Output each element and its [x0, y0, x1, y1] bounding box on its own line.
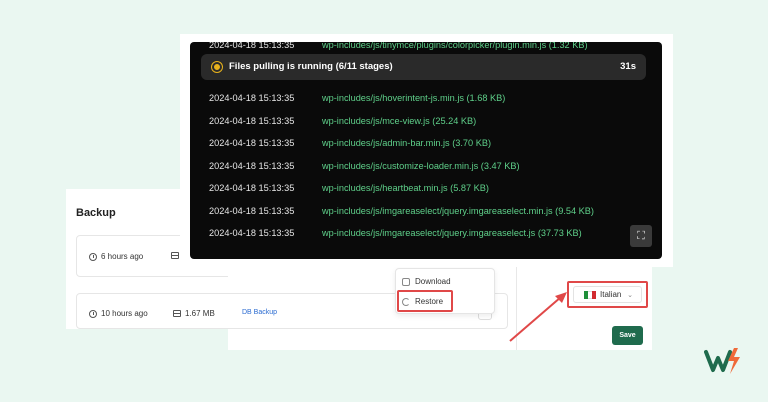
backup-size: 1.67 MB — [173, 309, 215, 318]
backup-time: 6 hours ago — [89, 252, 143, 261]
download-icon — [402, 277, 410, 286]
log-line: 2024-04-18 15:13:35 wp-includes/js/tinymc… — [209, 42, 588, 50]
log-timestamp: 2024-04-18 15:13:35 — [209, 115, 295, 126]
sync-log-terminal: 2024-04-18 15:13:35 wp-includes/js/tinymc… — [190, 42, 662, 259]
log-line: 2024-04-18 15:13:35 wp-includes/js/admin-… — [209, 138, 491, 148]
spinner-icon — [212, 62, 222, 72]
log-line: 2024-04-18 15:13:35 wp-includes/js/hoveri… — [209, 93, 505, 103]
status-text: Files pulling is running (6/11 stages) — [229, 61, 393, 72]
log-timestamp: 2024-04-18 15:13:35 — [209, 93, 295, 103]
backup-time-label: 10 hours ago — [101, 309, 148, 318]
annotation-arrow — [509, 292, 567, 342]
log-file: wp-includes/js/admin-bar.min.js (3.70 KB… — [322, 138, 492, 148]
log-file: wp-includes/js/customize-loader.min.js (… — [322, 160, 520, 171]
backup-size — [171, 252, 179, 259]
language-highlight: Italian ⌄ — [567, 281, 648, 308]
restore-highlight — [397, 290, 453, 312]
log-file: wp-includes/js/hoverintent-js.min.js (1.… — [322, 93, 506, 103]
database-icon — [173, 310, 181, 317]
save-button[interactable]: Save — [612, 326, 643, 345]
status-bar: Files pulling is running (6/11 stages) 3… — [201, 54, 646, 80]
clock-icon — [89, 309, 97, 318]
log-line: 2024-04-18 15:13:35 wp-includes/js/imgare… — [209, 206, 594, 216]
backup-title: Backup — [76, 207, 116, 219]
log-file: wp-includes/js/tinymce/plugins/colorpick… — [322, 42, 588, 50]
log-timestamp: 2024-04-18 15:13:35 — [209, 138, 295, 148]
backup-size-label: 1.67 MB — [185, 309, 215, 318]
log-timestamp: 2024-04-18 15:13:35 — [209, 183, 295, 193]
log-line: 2024-04-18 15:13:35 wp-includes/js/imgare… — [209, 228, 582, 238]
log-file: wp-includes/js/imgareaselect/jquery.imga… — [322, 205, 594, 216]
log-file: wp-includes/js/heartbeat.min.js (5.87 KB… — [322, 183, 489, 193]
log-line: 2024-04-18 15:13:35 wp-includes/js/custom… — [209, 161, 520, 171]
brand-logo — [704, 348, 740, 374]
log-timestamp: 2024-04-18 15:13:35 — [209, 42, 295, 50]
log-file: wp-includes/js/mce-view.js (25.24 KB) — [322, 115, 477, 126]
log-line: 2024-04-18 15:13:35 wp-includes/js/mce-vi… — [209, 116, 476, 126]
log-timestamp: 2024-04-18 15:13:35 — [209, 228, 295, 238]
language-label: Italian — [600, 290, 622, 299]
chevron-down-icon: ⌄ — [627, 292, 633, 299]
log-timestamp: 2024-04-18 15:13:35 — [209, 205, 295, 216]
menu-item-label: Download — [415, 277, 451, 286]
database-icon — [171, 252, 179, 259]
italy-flag-icon — [584, 290, 596, 299]
log-timestamp: 2024-04-18 15:13:35 — [209, 160, 295, 171]
expand-icon[interactable]: ⛶ — [630, 225, 652, 247]
backup-row[interactable]: 10 hours ago 1.67 MB — [76, 293, 236, 329]
backup-time: 10 hours ago — [89, 309, 148, 318]
menu-item-download[interactable]: Download — [402, 277, 451, 286]
backup-type-badge: DB Backup — [242, 309, 278, 316]
language-select[interactable]: Italian ⌄ — [573, 286, 642, 303]
log-file: wp-includes/js/imgareaselect/jquery.imga… — [322, 228, 582, 238]
elapsed-time: 31s — [620, 61, 636, 72]
log-line: 2024-04-18 15:13:35 wp-includes/js/heartb… — [209, 183, 489, 193]
clock-icon — [89, 252, 97, 261]
backup-time-label: 6 hours ago — [101, 252, 144, 261]
